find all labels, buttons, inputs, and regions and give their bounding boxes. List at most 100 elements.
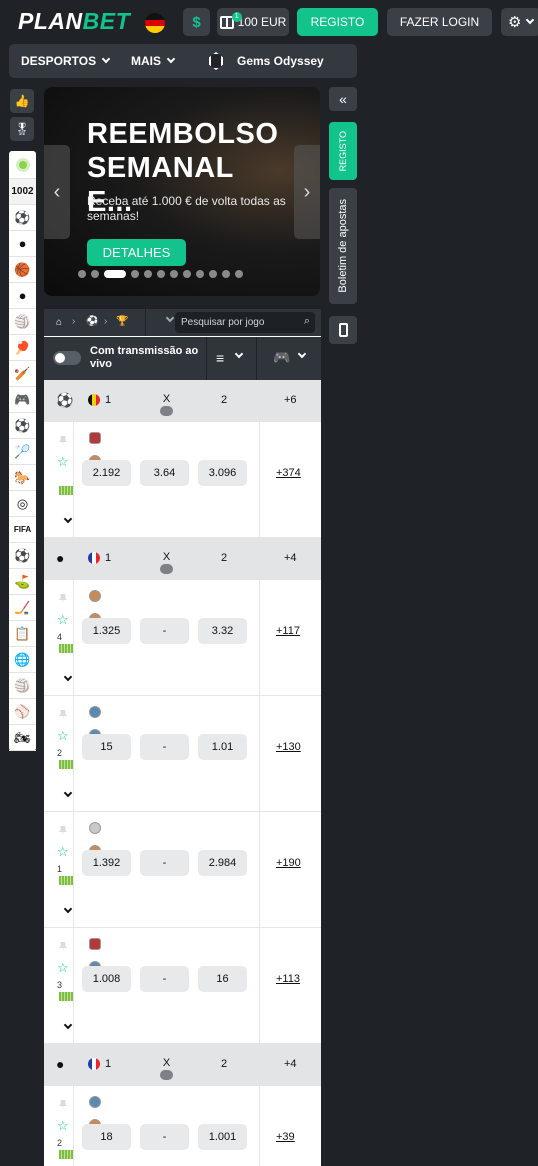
odd-button[interactable]: 3.32	[198, 618, 247, 644]
odd-button[interactable]: 2.192	[82, 460, 131, 486]
betslip-button[interactable]: Boletim de apostas	[329, 188, 357, 304]
sport-icon[interactable]: ⚽	[9, 543, 36, 569]
register-side-button[interactable]: REGISTO	[329, 122, 357, 180]
promo-banner[interactable]: REEMBOLSO SEMANAL E... Receba até 1.000 …	[44, 87, 320, 296]
star-icon[interactable]: ☆	[57, 1118, 69, 1134]
odd-button[interactable]: -	[140, 618, 189, 644]
pin-icon[interactable]	[59, 710, 67, 720]
carousel-dot[interactable]	[144, 270, 152, 278]
chevron-down-icon[interactable]	[234, 349, 244, 359]
list-icon[interactable]: ≡	[216, 350, 224, 366]
star-icon[interactable]: ☆	[57, 454, 69, 470]
sport-icon[interactable]: FIFA	[9, 517, 36, 543]
more-markets-link[interactable]: +374	[276, 467, 301, 479]
nav-gems-odyssey[interactable]: Gems Odyssey	[209, 44, 324, 78]
collapse-button[interactable]: «	[329, 87, 357, 111]
gamepad-icon[interactable]: 🎮	[273, 349, 290, 366]
bonus-button[interactable]: 1 100 EUR	[217, 8, 289, 36]
odd-button[interactable]: -	[140, 966, 189, 992]
more-markets-link[interactable]: +130	[276, 741, 301, 753]
sport-icon[interactable]: ◎	[9, 491, 36, 517]
chevron-down-icon[interactable]	[63, 1020, 73, 1030]
sport-icon[interactable]: 🏏	[9, 361, 36, 387]
league-header[interactable]: ● 1 X 2 +4	[44, 538, 321, 580]
award-icon[interactable]: 🎖	[10, 117, 34, 141]
sport-icon[interactable]: ⛳	[9, 569, 36, 595]
odd-button[interactable]: 1.325	[82, 618, 131, 644]
league-header[interactable]: ⚽ 1 X 2 +6	[44, 380, 321, 422]
match-row[interactable]: ☆ 2 15-1.01 +130	[44, 696, 321, 812]
carousel-dot[interactable]	[104, 270, 126, 278]
chevron-down-icon[interactable]	[63, 514, 73, 524]
odd-button[interactable]: -	[140, 850, 189, 876]
chevron-down-icon[interactable]	[160, 1070, 173, 1080]
sport-icon[interactable]: 🐎	[9, 465, 36, 491]
banner-details-button[interactable]: DETALHES	[87, 239, 186, 266]
live-stream-toggle[interactable]	[53, 351, 81, 365]
odd-button[interactable]: 3.096	[198, 460, 247, 486]
more-markets-link[interactable]: +113	[276, 973, 300, 985]
match-row[interactable]: ☆ 4 1.325-3.32 +117	[44, 580, 321, 696]
match-row[interactable]: ☆ 3 1.008-16 +113	[44, 928, 321, 1044]
search-input[interactable]: Pesquisar por jogo ⌕	[175, 312, 315, 333]
odd-button[interactable]: 2.984	[198, 850, 247, 876]
planbet-logo[interactable]: PLANBET	[18, 8, 130, 35]
pin-icon[interactable]	[59, 594, 67, 604]
sport-icon[interactable]: ⚽	[9, 205, 36, 231]
login-button[interactable]: FAZER LOGIN	[387, 8, 492, 36]
sport-icon[interactable]: 🏐	[9, 673, 36, 699]
thumbs-up-icon[interactable]: 👍	[10, 89, 34, 113]
odd-button[interactable]: 1.008	[82, 966, 131, 992]
chevron-down-icon[interactable]	[63, 788, 73, 798]
sport-icon[interactable]: ●	[9, 231, 36, 257]
language-flag-icon[interactable]	[145, 13, 165, 33]
sport-icon[interactable]: 📋	[9, 621, 36, 647]
odd-button[interactable]: 1.392	[82, 850, 131, 876]
nav-more[interactable]: MAIS	[131, 44, 176, 78]
odd-button[interactable]: -	[140, 734, 189, 760]
league-more-markets[interactable]: +4	[284, 552, 297, 564]
home-icon[interactable]: ⌂	[56, 317, 62, 328]
sport-icon[interactable]: 🎮	[9, 387, 36, 413]
carousel-dot[interactable]	[157, 270, 165, 278]
odd-button[interactable]: 15	[82, 734, 131, 760]
league-more-markets[interactable]: +6	[284, 394, 297, 406]
more-markets-link[interactable]: +117	[276, 625, 300, 637]
carousel-dot[interactable]	[91, 270, 99, 278]
odd-button[interactable]: 18	[82, 1124, 131, 1150]
more-markets-link[interactable]: +190	[276, 857, 301, 869]
odd-button[interactable]: 16	[198, 966, 247, 992]
sport-icon[interactable]: 🌐	[9, 647, 36, 673]
chevron-down-icon[interactable]	[165, 313, 175, 323]
match-row[interactable]: ☆ 2.192 3.64 3.096 +374	[44, 422, 321, 538]
pin-icon[interactable]	[59, 1100, 67, 1110]
deposit-button[interactable]: $	[183, 8, 210, 36]
carousel-dot[interactable]	[222, 270, 230, 278]
sport-icon[interactable]: 🏓	[9, 335, 36, 361]
settings-button[interactable]: ⚙	[501, 8, 538, 36]
carousel-dot[interactable]	[183, 270, 191, 278]
chevron-down-icon[interactable]	[63, 672, 73, 682]
carousel-dot[interactable]	[78, 270, 86, 278]
match-row[interactable]: ☆ 1 1.392-2.984 +190	[44, 812, 321, 928]
carousel-dot[interactable]	[170, 270, 178, 278]
banner-prev-button[interactable]: ‹	[44, 145, 70, 239]
league-header[interactable]: ● 1 X 2 +4	[44, 1044, 321, 1086]
carousel-dot[interactable]	[209, 270, 217, 278]
odd-button[interactable]: 1.01	[198, 734, 247, 760]
sport-icon[interactable]: ⚽	[9, 413, 36, 439]
pin-icon[interactable]	[59, 942, 67, 952]
star-icon[interactable]: ☆	[57, 612, 69, 628]
mobile-app-button[interactable]	[329, 316, 357, 344]
star-icon[interactable]: ☆	[57, 728, 69, 744]
sport-icon[interactable]: 🏀	[9, 257, 36, 283]
football-icon[interactable]: ⚽	[86, 316, 98, 327]
chevron-down-icon[interactable]	[297, 349, 307, 359]
sport-icon[interactable]: 🏐	[9, 309, 36, 335]
more-markets-link[interactable]: +39	[276, 1131, 295, 1143]
register-button[interactable]: REGISTO	[297, 8, 378, 36]
carousel-dot[interactable]	[131, 270, 139, 278]
live-indicator[interactable]	[9, 151, 36, 179]
pin-icon[interactable]	[59, 436, 67, 446]
odd-button[interactable]: -	[140, 1124, 189, 1150]
